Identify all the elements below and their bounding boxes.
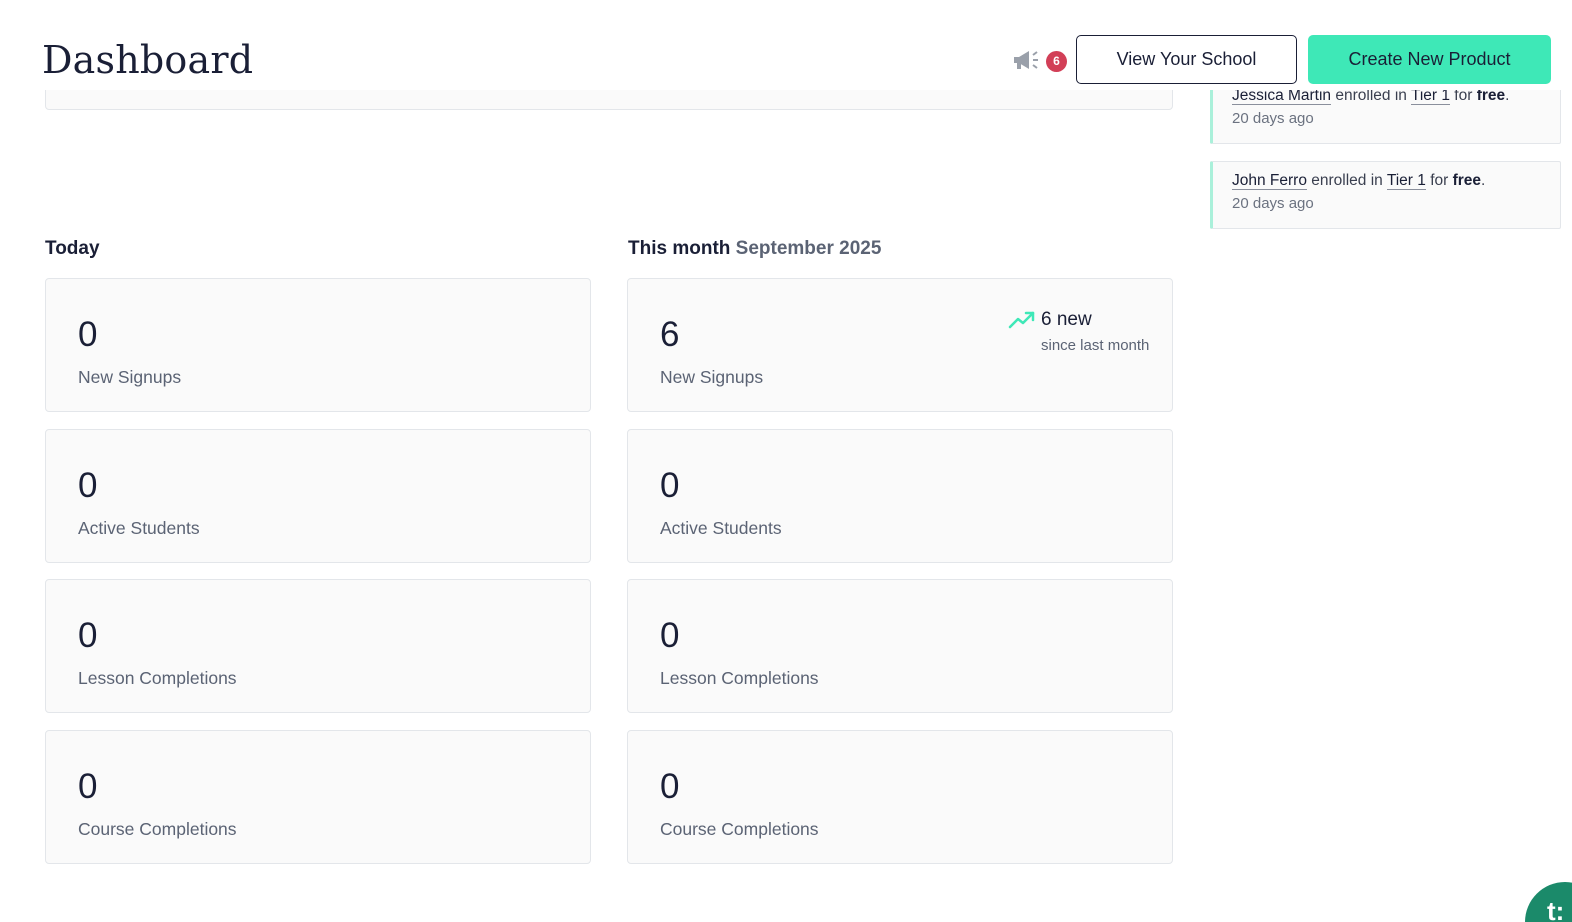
activity-time: 20 days ago	[1232, 195, 1314, 212]
activity-connector: for	[1430, 172, 1449, 189]
megaphone-icon	[1014, 51, 1038, 69]
stat-label: New Signups	[660, 367, 764, 387]
stat-label: Course Completions	[660, 819, 819, 839]
stat-value: 0	[78, 315, 98, 354]
stat-card-today-course-completions: 0 Course Completions	[45, 730, 591, 864]
stat-value: 0	[78, 616, 98, 655]
stat-value: 0	[660, 466, 680, 505]
stat-label: Course Completions	[78, 819, 237, 839]
activity-time: 20 days ago	[1232, 110, 1314, 127]
stat-card-month-active-students: 0 Active Students	[627, 429, 1173, 563]
month-period: September 2025	[735, 238, 882, 259]
page-title: Dashboard	[42, 38, 254, 82]
stat-label: Active Students	[660, 518, 782, 538]
activity-item: John Ferro enrolled in Tier 1 for free. …	[1210, 161, 1561, 229]
view-school-button[interactable]: View Your School	[1076, 35, 1297, 84]
chat-launcher-button[interactable]: t:	[1525, 882, 1572, 922]
stat-value: 0	[660, 616, 680, 655]
today-heading: Today	[45, 238, 100, 259]
activity-action: enrolled in	[1311, 172, 1383, 189]
activity-price: free	[1452, 172, 1482, 189]
stat-label: Lesson Completions	[660, 668, 819, 688]
stat-card-month-lesson-completions: 0 Lesson Completions	[627, 579, 1173, 713]
stat-card-today-new-signups: 0 New Signups	[45, 278, 591, 412]
dashboard-page: Jessica Martin enrolled in Tier 1 for fr…	[0, 0, 1572, 922]
stat-card-month-new-signups: 6 New Signups 6 new since last month	[627, 278, 1173, 412]
stat-label: Active Students	[78, 518, 200, 538]
stat-card-today-active-students: 0 Active Students	[45, 429, 591, 563]
page-header: Dashboard 6 View Your School Create New …	[0, 0, 1572, 90]
trending-up-icon	[1008, 311, 1035, 329]
month-heading-label: This month	[628, 238, 731, 259]
stat-value: 0	[78, 466, 98, 505]
stat-label: New Signups	[78, 367, 182, 387]
trend-indicator: 6 new since last month	[1008, 307, 1168, 357]
student-link[interactable]: John Ferro	[1232, 172, 1307, 190]
stat-value: 0	[660, 767, 680, 806]
stat-label: Lesson Completions	[78, 668, 237, 688]
trend-value: 6 new	[1041, 309, 1092, 330]
stat-card-today-lesson-completions: 0 Lesson Completions	[45, 579, 591, 713]
stat-value: 6	[660, 315, 680, 354]
stat-card-month-course-completions: 0 Course Completions	[627, 730, 1173, 864]
create-product-button[interactable]: Create New Product	[1308, 35, 1551, 84]
announcements-button[interactable]: 6	[1012, 46, 1068, 76]
notification-badge: 6	[1046, 51, 1067, 72]
trend-caption: since last month	[1041, 337, 1150, 354]
product-link[interactable]: Tier 1	[1386, 172, 1426, 190]
chat-launcher-glyph: t:	[1547, 896, 1565, 922]
stat-value: 0	[78, 767, 98, 806]
month-heading: This month September 2025	[628, 238, 881, 260]
